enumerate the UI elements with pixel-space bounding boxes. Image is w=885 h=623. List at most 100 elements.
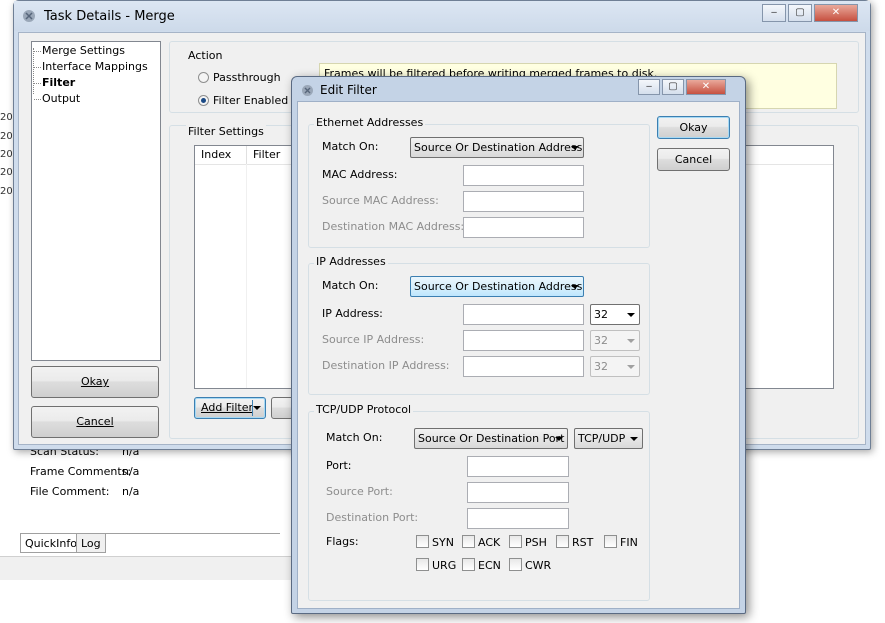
close-button[interactable]: ✕	[686, 79, 726, 95]
destination-ip-label: Destination IP Address:	[322, 359, 450, 372]
action-group-title: Action	[186, 49, 225, 62]
flag-cwr-checkbox[interactable]	[509, 558, 522, 571]
port-match-on-select[interactable]: Source Or Destination Port	[414, 428, 568, 449]
port-field[interactable]	[467, 456, 569, 477]
passthrough-label[interactable]: Passthrough	[213, 71, 281, 84]
quickinfo-panel: Scan Status: n/a Frame Comments: n/a Fil…	[20, 440, 300, 535]
ip-match-on-label: Match On:	[322, 279, 379, 292]
destination-ip-prefix-value: 32	[594, 360, 608, 373]
source-ip-prefix-value: 32	[594, 334, 608, 347]
nav-item-interface-mappings[interactable]: Interface Mappings	[34, 60, 148, 73]
eth-match-on-label: Match On:	[322, 140, 379, 153]
destination-mac-field[interactable]	[463, 217, 584, 238]
cancel-button[interactable]: Cancel	[31, 406, 159, 438]
edit-filter-dialog: Edit Filter ‒ ▢ ✕ Ethernet Addresses Mat…	[291, 76, 746, 614]
maximize-button[interactable]: ▢	[662, 79, 684, 95]
add-filter-label: Add Filter	[201, 401, 254, 414]
list-item[interactable]: 202	[0, 186, 14, 202]
source-port-field[interactable]	[467, 482, 569, 503]
filter-enabled-label[interactable]: Filter Enabled	[213, 94, 288, 107]
mac-address-field[interactable]	[463, 165, 584, 186]
chevron-down-icon	[630, 437, 638, 441]
chevron-down-icon	[627, 339, 635, 343]
flag-rst-checkbox[interactable]	[556, 535, 569, 548]
list-item[interactable]: 202	[0, 167, 14, 183]
nav-item-merge-settings[interactable]: Merge Settings	[34, 44, 125, 57]
flag-fin-checkbox[interactable]	[604, 535, 617, 548]
chevron-down-icon	[627, 313, 635, 317]
filter-settings-title: Filter Settings	[186, 125, 266, 138]
add-filter-button[interactable]: Add Filter	[194, 397, 266, 419]
flag-ack-checkbox[interactable]	[462, 535, 475, 548]
filter-enabled-radio[interactable]	[198, 95, 209, 106]
column-header-index[interactable]: Index	[195, 146, 247, 164]
nav-item-output[interactable]: Output	[33, 92, 80, 105]
info-value: n/a	[122, 485, 140, 498]
flag-ecn-label[interactable]: ECN	[478, 559, 501, 572]
source-ip-label: Source IP Address:	[322, 333, 425, 346]
ip-match-on-select[interactable]: Source Or Destination Address	[410, 276, 584, 297]
flag-urg-label[interactable]: URG	[432, 559, 456, 572]
protocol-select[interactable]: TCP/UDP	[574, 428, 643, 449]
chevron-down-icon	[571, 285, 579, 289]
port-label: Port:	[326, 459, 352, 472]
ip-address-field[interactable]	[463, 304, 584, 325]
chevron-down-icon	[555, 437, 563, 441]
passthrough-radio[interactable]	[198, 72, 209, 83]
minimize-button[interactable]: ‒	[762, 4, 786, 22]
status-bar	[0, 556, 300, 580]
flag-psh-checkbox[interactable]	[509, 535, 522, 548]
dialog-title: Edit Filter	[320, 83, 377, 97]
destination-ip-prefix-select[interactable]: 32	[590, 356, 640, 377]
flag-psh-label[interactable]: PSH	[525, 536, 547, 549]
maximize-button[interactable]: ▢	[788, 4, 812, 22]
okay-button[interactable]: Okay	[657, 116, 730, 139]
destination-ip-field[interactable]	[463, 356, 584, 377]
flag-ecn-checkbox[interactable]	[462, 558, 475, 571]
list-item[interactable]: 202	[0, 112, 14, 128]
source-ip-prefix-select[interactable]: 32	[590, 330, 640, 351]
list-item[interactable]: 202	[0, 149, 14, 165]
eth-match-on-select[interactable]: Source Or Destination Address	[410, 137, 584, 158]
ethernet-group-title: Ethernet Addresses	[314, 116, 426, 129]
tab-log[interactable]: Log	[76, 534, 106, 553]
title-bar[interactable]: Task Details - Merge ‒ ▢ ✕	[14, 1, 870, 31]
protocol-value: TCP/UDP	[578, 432, 626, 445]
ip-address-label: IP Address:	[322, 307, 383, 320]
flag-syn-checkbox[interactable]	[416, 535, 429, 548]
ip-match-on-value: Source Or Destination Address	[414, 280, 583, 293]
ip-prefix-value: 32	[594, 308, 608, 321]
destination-mac-label: Destination MAC Address:	[322, 220, 465, 233]
minimize-button[interactable]: ‒	[638, 79, 660, 95]
flag-syn-label[interactable]: SYN	[432, 536, 454, 549]
app-icon	[302, 85, 313, 96]
window-title: Task Details - Merge	[44, 9, 175, 24]
source-mac-field[interactable]	[463, 191, 584, 212]
destination-port-label: Destination Port:	[326, 511, 419, 524]
flag-cwr-label[interactable]: CWR	[525, 559, 551, 572]
destination-port-field[interactable]	[467, 508, 569, 529]
tab-quickinfo[interactable]: QuickInfo	[20, 534, 82, 553]
flag-ack-label[interactable]: ACK	[478, 536, 500, 549]
settings-nav-tree: Merge Settings Interface Mappings Filter…	[31, 41, 161, 361]
flags-label: Flags:	[326, 535, 359, 548]
cancel-button[interactable]: Cancel	[657, 148, 730, 171]
info-label: File Comment:	[30, 485, 110, 498]
flag-urg-checkbox[interactable]	[416, 558, 429, 571]
ip-prefix-select[interactable]: 32	[590, 304, 640, 325]
flag-fin-label[interactable]: FIN	[620, 536, 638, 549]
edit-filter-body: Ethernet Addresses Match On: Source Or D…	[297, 101, 740, 609]
close-button[interactable]: ✕	[814, 4, 858, 22]
source-ip-field[interactable]	[463, 330, 584, 351]
list-item[interactable]: 202	[0, 131, 14, 147]
app-icon	[23, 10, 35, 22]
ip-group-title: IP Addresses	[314, 255, 388, 268]
port-match-on-value: Source Or Destination Port	[418, 432, 565, 445]
chevron-down-icon[interactable]	[253, 406, 261, 410]
chevron-down-icon	[571, 146, 579, 150]
okay-button[interactable]: Okay	[31, 366, 159, 398]
nav-item-filter[interactable]: Filter	[33, 76, 75, 89]
eth-match-on-value: Source Or Destination Address	[414, 141, 583, 154]
flag-rst-label[interactable]: RST	[572, 536, 593, 549]
port-match-on-label: Match On:	[326, 431, 383, 444]
